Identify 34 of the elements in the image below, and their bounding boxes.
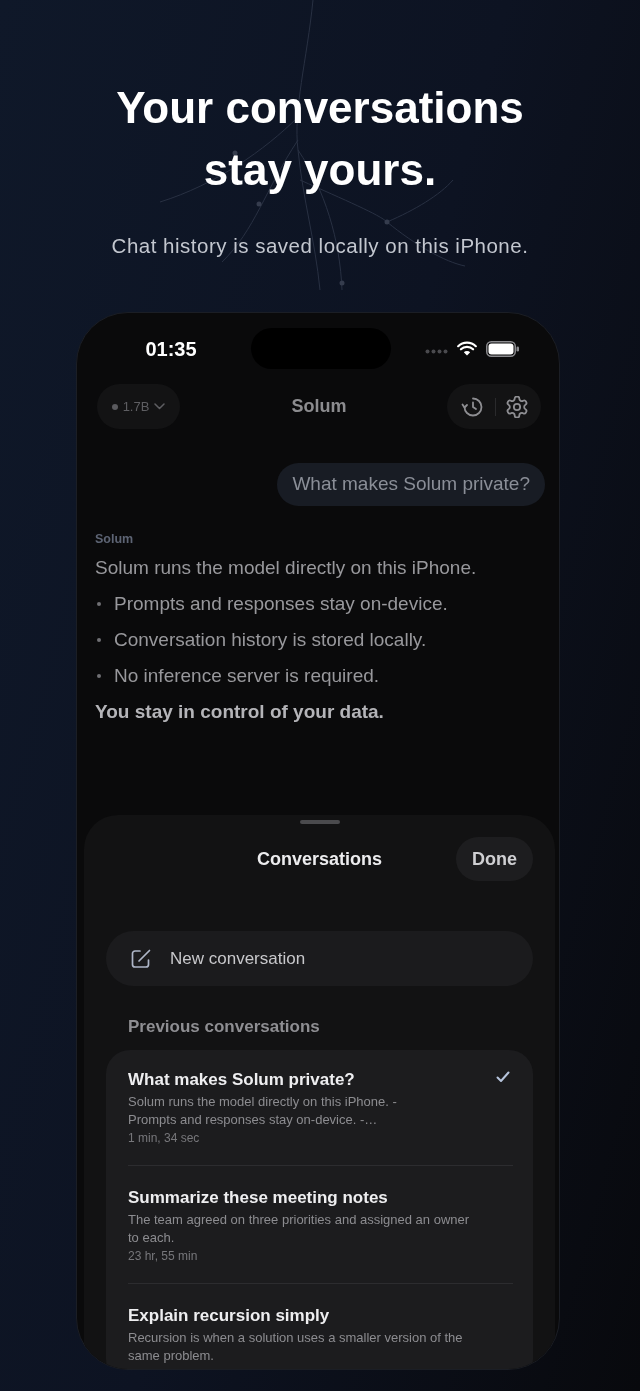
new-conversation-button[interactable]: New conversation	[106, 931, 533, 986]
bullet-icon	[97, 602, 101, 606]
nav-title: Solum	[291, 395, 347, 418]
wifi-icon	[457, 341, 477, 356]
conversation-time: 23 hr, 55 min	[128, 1248, 198, 1265]
sender-label: Solum	[95, 531, 135, 547]
drag-handle[interactable]	[299, 820, 340, 824]
hero-subtitle: Chat history is saved locally on this iPhone.	[111, 233, 529, 259]
conversation-preview: Recursion is when a solution uses a smaller version of the same problem.	[128, 1329, 464, 1365]
bullet-icon	[97, 674, 101, 678]
conversation-title[interactable]: Explain recursion simply	[128, 1305, 330, 1327]
battery-icon	[486, 340, 519, 357]
list-item-text: Prompts and responses stay on-device.	[114, 592, 448, 616]
response-paragraph: Solum runs the model directly on this iPhone.	[95, 556, 477, 580]
list-item-text: No inference server is required.	[114, 664, 380, 688]
status-time: 01:35	[145, 336, 197, 362]
conversation-title[interactable]: What makes Solum private?	[128, 1069, 355, 1091]
conversation-title[interactable]: Summarize these meeting notes	[128, 1187, 388, 1209]
section-heading: Previous conversations	[128, 1016, 320, 1038]
status-dot-icon	[111, 403, 118, 410]
hero-title: Your conversations stay yours.	[115, 82, 525, 196]
bullet-icon	[97, 638, 101, 642]
conversation-preview: Solum runs the model directly on this iPhone. - Prompts and responses stay on-device. -…	[128, 1093, 398, 1129]
sheet-title: Conversations	[256, 847, 382, 871]
conversation-time: 1 min, 34 sec	[128, 1130, 200, 1147]
compose-icon	[130, 947, 152, 970]
list-item-text: Conversation history is stored locally.	[114, 628, 427, 652]
signal-dots-icon	[425, 349, 448, 354]
response-paragraph: You stay in control of your data.	[95, 700, 384, 724]
user-message: What makes Solum private?	[277, 463, 545, 506]
settings-icon[interactable]	[505, 395, 528, 418]
chevron-down-icon	[154, 403, 166, 410]
done-button[interactable]: Done	[456, 837, 533, 881]
conversation-preview: The team agreed on three priorities and assigned an owner to each.	[128, 1211, 471, 1247]
